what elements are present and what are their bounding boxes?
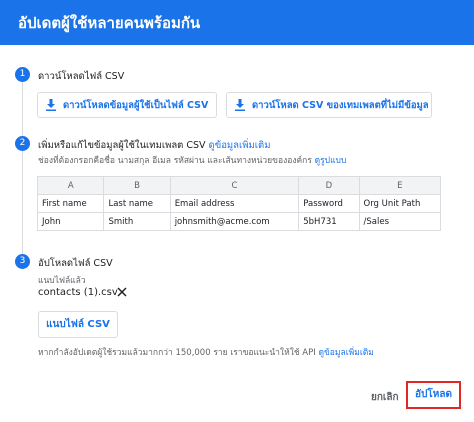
- table-header-cell: Email address: [169, 194, 300, 213]
- column-letter-row: A B C D E: [36, 176, 442, 195]
- api-note-text: หากกำลังอัปเดตผู้ใช้รวมแล้วมากกว่า 150,0…: [38, 348, 316, 358]
- attach-csv-button[interactable]: แนบไฟล์ CSV: [38, 311, 118, 338]
- cancel-button[interactable]: ยกเลิก: [371, 390, 399, 405]
- dialog-title: อัปเดตผู้ใช้หลายคนพร้อมกัน: [18, 14, 201, 32]
- learn-more-link[interactable]: ดูข้อมูลเพิ่มเติม: [209, 140, 271, 151]
- upload-button[interactable]: อัปโหลด: [406, 381, 461, 409]
- download-users-csv-button[interactable]: ดาวน์โหลดข้อมูลผู้ใช้เป็นไฟล์ CSV: [37, 92, 217, 118]
- step-2-title-text: เพิ่มหรือแก้ไขข้อมูลผู้ใช้ในเทมเพลต CSV: [38, 140, 206, 151]
- table-cell: Smith: [103, 212, 171, 231]
- table-header-cell: Org Unit Path: [358, 194, 442, 213]
- api-note: หากกำลังอัปเดตผู้ใช้รวมแล้วมากกว่า 150,0…: [38, 345, 374, 359]
- table-cell: 5bH731: [298, 212, 360, 231]
- table-header-cell: Password: [298, 194, 360, 213]
- table-header-cell: First name: [36, 194, 105, 213]
- table-cell: johnsmith@acme.com: [169, 212, 300, 231]
- step-3-badge: 3: [15, 254, 30, 269]
- api-learn-more-link[interactable]: ดูข้อมูลเพิ่มเติม: [318, 348, 373, 358]
- table-header-row: First name Last name Email address Passw…: [36, 194, 442, 213]
- column-letter: A: [36, 176, 105, 195]
- table-row: John Smith johnsmith@acme.com 5bH731 /Sa…: [36, 212, 442, 231]
- download-icon: [46, 99, 56, 111]
- step-2-title: เพิ่มหรือแก้ไขข้อมูลผู้ใช้ในเทมเพลต CSV …: [38, 138, 270, 153]
- column-letter: D: [298, 176, 360, 195]
- step-2-badge: 2: [15, 136, 30, 151]
- download-template-csv-label: ดาวน์โหลด CSV ของเทมเพลตที่ไม่มีข้อมูล: [252, 99, 429, 111]
- step-1-title: ดาวน์โหลดไฟล์ CSV: [38, 71, 125, 82]
- column-letter: B: [103, 176, 171, 195]
- table-header-cell: Last name: [103, 194, 171, 213]
- table-cell: John: [36, 212, 105, 231]
- download-icon: [235, 99, 245, 111]
- download-template-csv-button[interactable]: ดาวน์โหลด CSV ของเทมเพลตที่ไม่มีข้อมูล: [226, 92, 432, 118]
- download-users-csv-label: ดาวน์โหลดข้อมูลผู้ใช้เป็นไฟล์ CSV: [63, 99, 209, 111]
- required-fields-hint: ช่องที่ต้องกรอกคือชื่อ นามสกุล อีเมล รหั…: [38, 153, 346, 167]
- file-attached-label: แนบไฟล์แล้ว: [38, 276, 86, 286]
- required-fields-text: ช่องที่ต้องกรอกคือชื่อ นามสกุล อีเมล รหั…: [38, 156, 312, 166]
- column-letter: C: [169, 176, 300, 195]
- view-format-link[interactable]: ดูรูปแบบ: [315, 156, 347, 166]
- step-3-title: อัปโหลดไฟล์ CSV: [38, 258, 113, 269]
- remove-file-icon[interactable]: [115, 285, 129, 299]
- step-1-badge: 1: [15, 67, 30, 82]
- attached-filename: contacts (1).csv: [38, 287, 118, 298]
- dialog-header: อัปเดตผู้ใช้หลายคนพร้อมกัน: [0, 0, 474, 45]
- csv-sample-table: A B C D E First name Last name Email add…: [36, 176, 442, 231]
- table-cell: /Sales: [358, 212, 442, 231]
- column-letter: E: [358, 176, 442, 195]
- stepper-line: [22, 82, 23, 258]
